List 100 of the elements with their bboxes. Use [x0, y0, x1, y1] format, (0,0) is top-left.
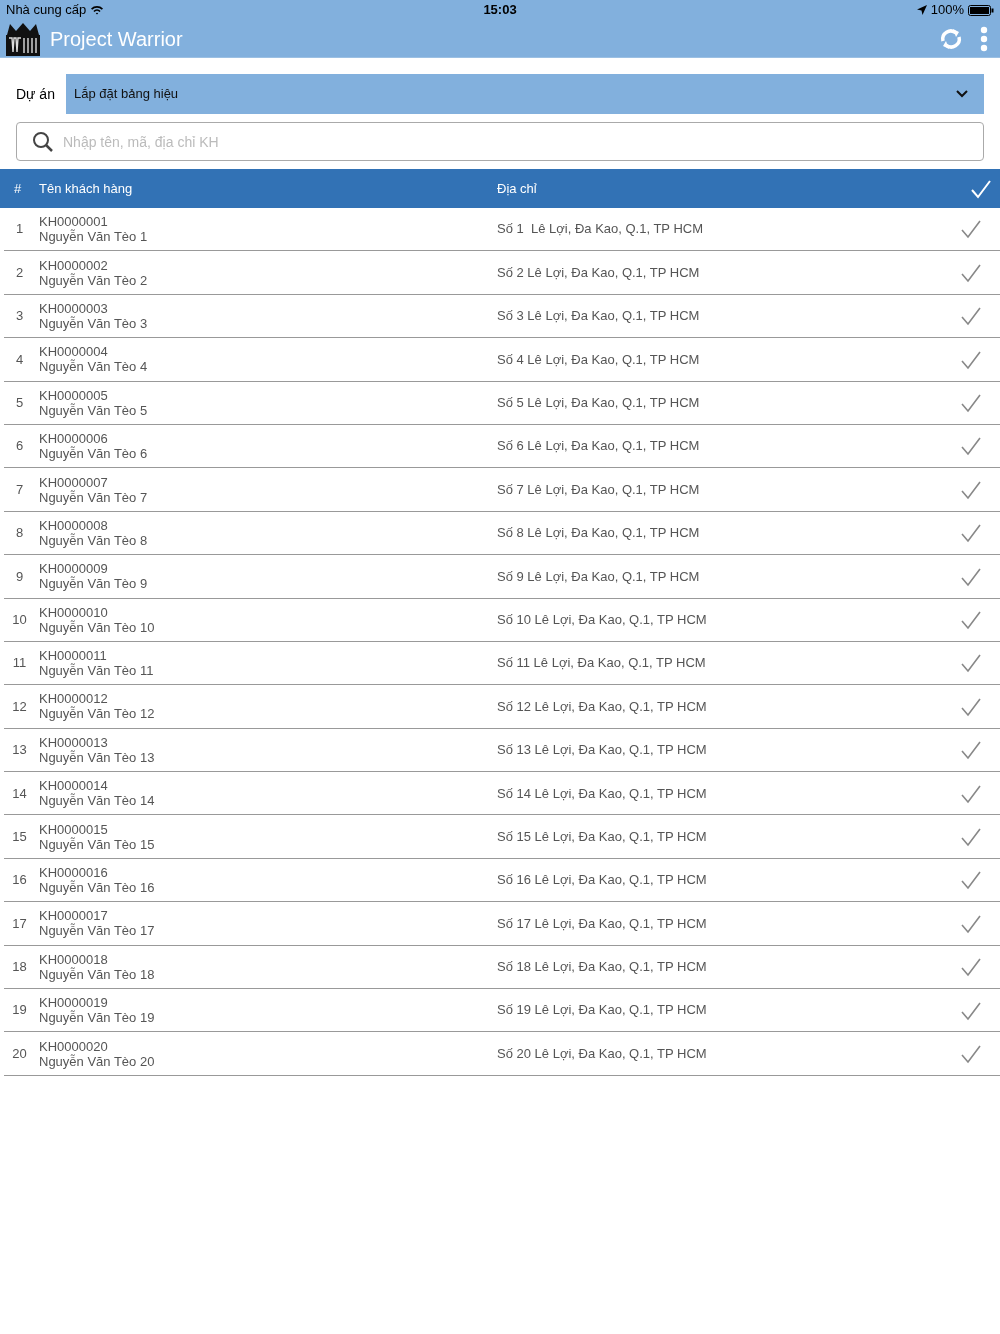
- customer-address: Số 4 Lê Lợi, Đa Kao, Q.1, TP HCM: [497, 350, 701, 369]
- check-icon[interactable]: [960, 913, 982, 934]
- row-number: 4: [14, 350, 25, 369]
- row-number: 12: [11, 697, 28, 716]
- wifi-icon: [90, 5, 105, 15]
- customer-name: Nguyễn Văn Tèo 10: [39, 619, 155, 635]
- customer-code: KH0000007: [39, 474, 108, 490]
- customer-name: Nguyễn Văn Tèo 11: [39, 663, 154, 679]
- check-icon[interactable]: [960, 610, 982, 630]
- customer-name: Nguyễn Văn Tèo 2: [39, 272, 148, 288]
- customer-address: Số 6 Lê Lợi, Đa Kao, Q.1, TP HCM: [497, 437, 701, 456]
- column-header: Tên khách hàng: [38, 181, 134, 196]
- customer-address: Số 11 Lê Lợi, Đa Kao, Q.1, TP HCM: [497, 654, 707, 673]
- column-header: Địa chỉ: [497, 179, 538, 198]
- customer-code: KH0000005: [39, 387, 108, 403]
- customer-address: Số 16 Lê Lợi, Đa Kao, Q.1, TP HCM: [497, 871, 708, 890]
- row-number: 18: [11, 958, 28, 977]
- customer-name: Nguyễn Văn Tèo 8: [39, 532, 148, 548]
- battery-icon: [968, 4, 994, 16]
- customer-code: KH0000015: [39, 821, 108, 837]
- customer-code: KH0000017: [39, 908, 108, 924]
- check-icon[interactable]: [960, 393, 982, 414]
- customer-address: Số 20 Lê Lợi, Đa Kao, Q.1, TP HCM: [497, 1044, 708, 1063]
- customer-name: Nguyễn Văn Tèo 18: [39, 966, 155, 982]
- check-icon[interactable]: [960, 523, 982, 544]
- search-icon: [32, 131, 54, 153]
- check-icon[interactable]: [960, 349, 982, 370]
- project-dropdown[interactable]: Lắp đặt bảng hiệu: [66, 74, 984, 114]
- row-number: 7: [14, 480, 25, 499]
- search-field[interactable]: Nhập tên, mã, địa chỉ KH: [16, 122, 984, 161]
- row-number: 11: [11, 654, 28, 673]
- row-number: 13: [11, 741, 28, 760]
- customer-name: Nguyễn Văn Tèo 17: [39, 923, 155, 939]
- customer-code: KH0000009: [39, 561, 108, 577]
- check-icon[interactable]: [960, 306, 982, 327]
- check-icon[interactable]: [960, 783, 982, 804]
- customer-code: KH0000012: [39, 691, 108, 707]
- customer-address: Số 19 Lê Lợi, Đa Kao, Q.1, TP HCM: [497, 1001, 708, 1020]
- customer-address: Số 13 Lê Lợi, Đa Kao, Q.1, TP HCM: [497, 741, 708, 760]
- battery-percent: 100%: [930, 1, 964, 20]
- check-icon[interactable]: [960, 653, 982, 674]
- check-icon[interactable]: [960, 262, 982, 283]
- project-label: Dự án: [16, 84, 56, 104]
- check-icon[interactable]: [960, 1000, 982, 1021]
- row-number: 5: [14, 394, 25, 412]
- customer-name: Nguyễn Văn Tèo 6: [39, 446, 148, 462]
- check-icon[interactable]: [960, 479, 982, 500]
- app-title: Project Warrior: [50, 26, 183, 52]
- customer-address: Số 5 Lê Lợi, Đa Kao, Q.1, TP HCM: [497, 394, 701, 412]
- column-header: #: [12, 179, 23, 198]
- customer-code: KH0000002: [39, 257, 108, 273]
- check-icon[interactable]: [960, 826, 982, 847]
- customer-code: KH0000011: [39, 648, 107, 664]
- customer-code: KH0000020: [39, 1038, 108, 1054]
- customer-name: Nguyễn Văn Tèo 14: [39, 793, 155, 809]
- carrier-name: Nhà cung cấp: [6, 1, 87, 20]
- row-number: 8: [14, 524, 25, 543]
- row-number: 19: [11, 1001, 28, 1020]
- customer-code: KH0000003: [39, 300, 108, 316]
- select-all-check-icon[interactable]: [970, 178, 992, 199]
- customer-code: KH0000006: [39, 431, 108, 447]
- customer-address: Số 10 Lê Lợi, Đa Kao, Q.1, TP HCM: [497, 610, 708, 629]
- customer-name: Nguyễn Văn Tèo 9: [39, 576, 148, 592]
- more-menu-button[interactable]: [980, 25, 988, 52]
- check-icon[interactable]: [960, 566, 982, 587]
- row-number: 3: [14, 307, 25, 326]
- location-arrow-icon: [916, 5, 927, 15]
- customer-address: Số 14 Lê Lợi, Đa Kao, Q.1, TP HCM: [497, 784, 708, 803]
- check-icon[interactable]: [960, 1043, 982, 1064]
- customer-code: KH0000010: [39, 604, 108, 620]
- row-number: 2: [14, 263, 25, 282]
- customer-code: KH0000016: [39, 865, 108, 881]
- check-icon[interactable]: [960, 436, 982, 457]
- customer-name: Nguyễn Văn Tèo 3: [39, 315, 148, 331]
- customer-name: Nguyễn Văn Tèo 1: [39, 229, 148, 245]
- customer-address: Số 7 Lê Lợi, Đa Kao, Q.1, TP HCM: [497, 480, 701, 499]
- customer-name: Nguyễn Văn Tèo 13: [39, 749, 155, 765]
- customer-address: Số 1 Lê Lợi, Đa Kao, Q.1, TP HCM: [497, 220, 705, 239]
- row-number: 9: [14, 567, 25, 586]
- customer-code: KH0000001: [39, 214, 108, 230]
- check-icon[interactable]: [960, 740, 982, 761]
- customer-name: Nguyễn Văn Tèo 5: [39, 402, 148, 418]
- check-icon[interactable]: [960, 957, 982, 978]
- customer-name: Nguyễn Văn Tèo 12: [39, 706, 155, 722]
- row-number: 16: [11, 871, 28, 890]
- status-time: 15:03: [483, 1, 517, 20]
- customer-code: KH0000014: [39, 778, 108, 794]
- row-number: 1: [14, 220, 25, 239]
- customer-code: KH0000004: [39, 344, 108, 360]
- customer-name: Nguyễn Văn Tèo 7: [39, 489, 148, 505]
- row-number: 15: [11, 827, 28, 846]
- customer-code: KH0000013: [39, 734, 108, 750]
- customer-address: Số 2 Lê Lợi, Đa Kao, Q.1, TP HCM: [497, 263, 701, 282]
- customer-code: KH0000019: [39, 995, 108, 1011]
- check-icon[interactable]: [960, 219, 982, 240]
- check-icon[interactable]: [960, 696, 982, 717]
- customer-address: Số 17 Lê Lợi, Đa Kao, Q.1, TP HCM: [497, 914, 708, 933]
- customer-address: Số 3 Lê Lợi, Đa Kao, Q.1, TP HCM: [497, 307, 701, 326]
- check-icon[interactable]: [960, 870, 982, 891]
- row-number: 14: [11, 784, 28, 803]
